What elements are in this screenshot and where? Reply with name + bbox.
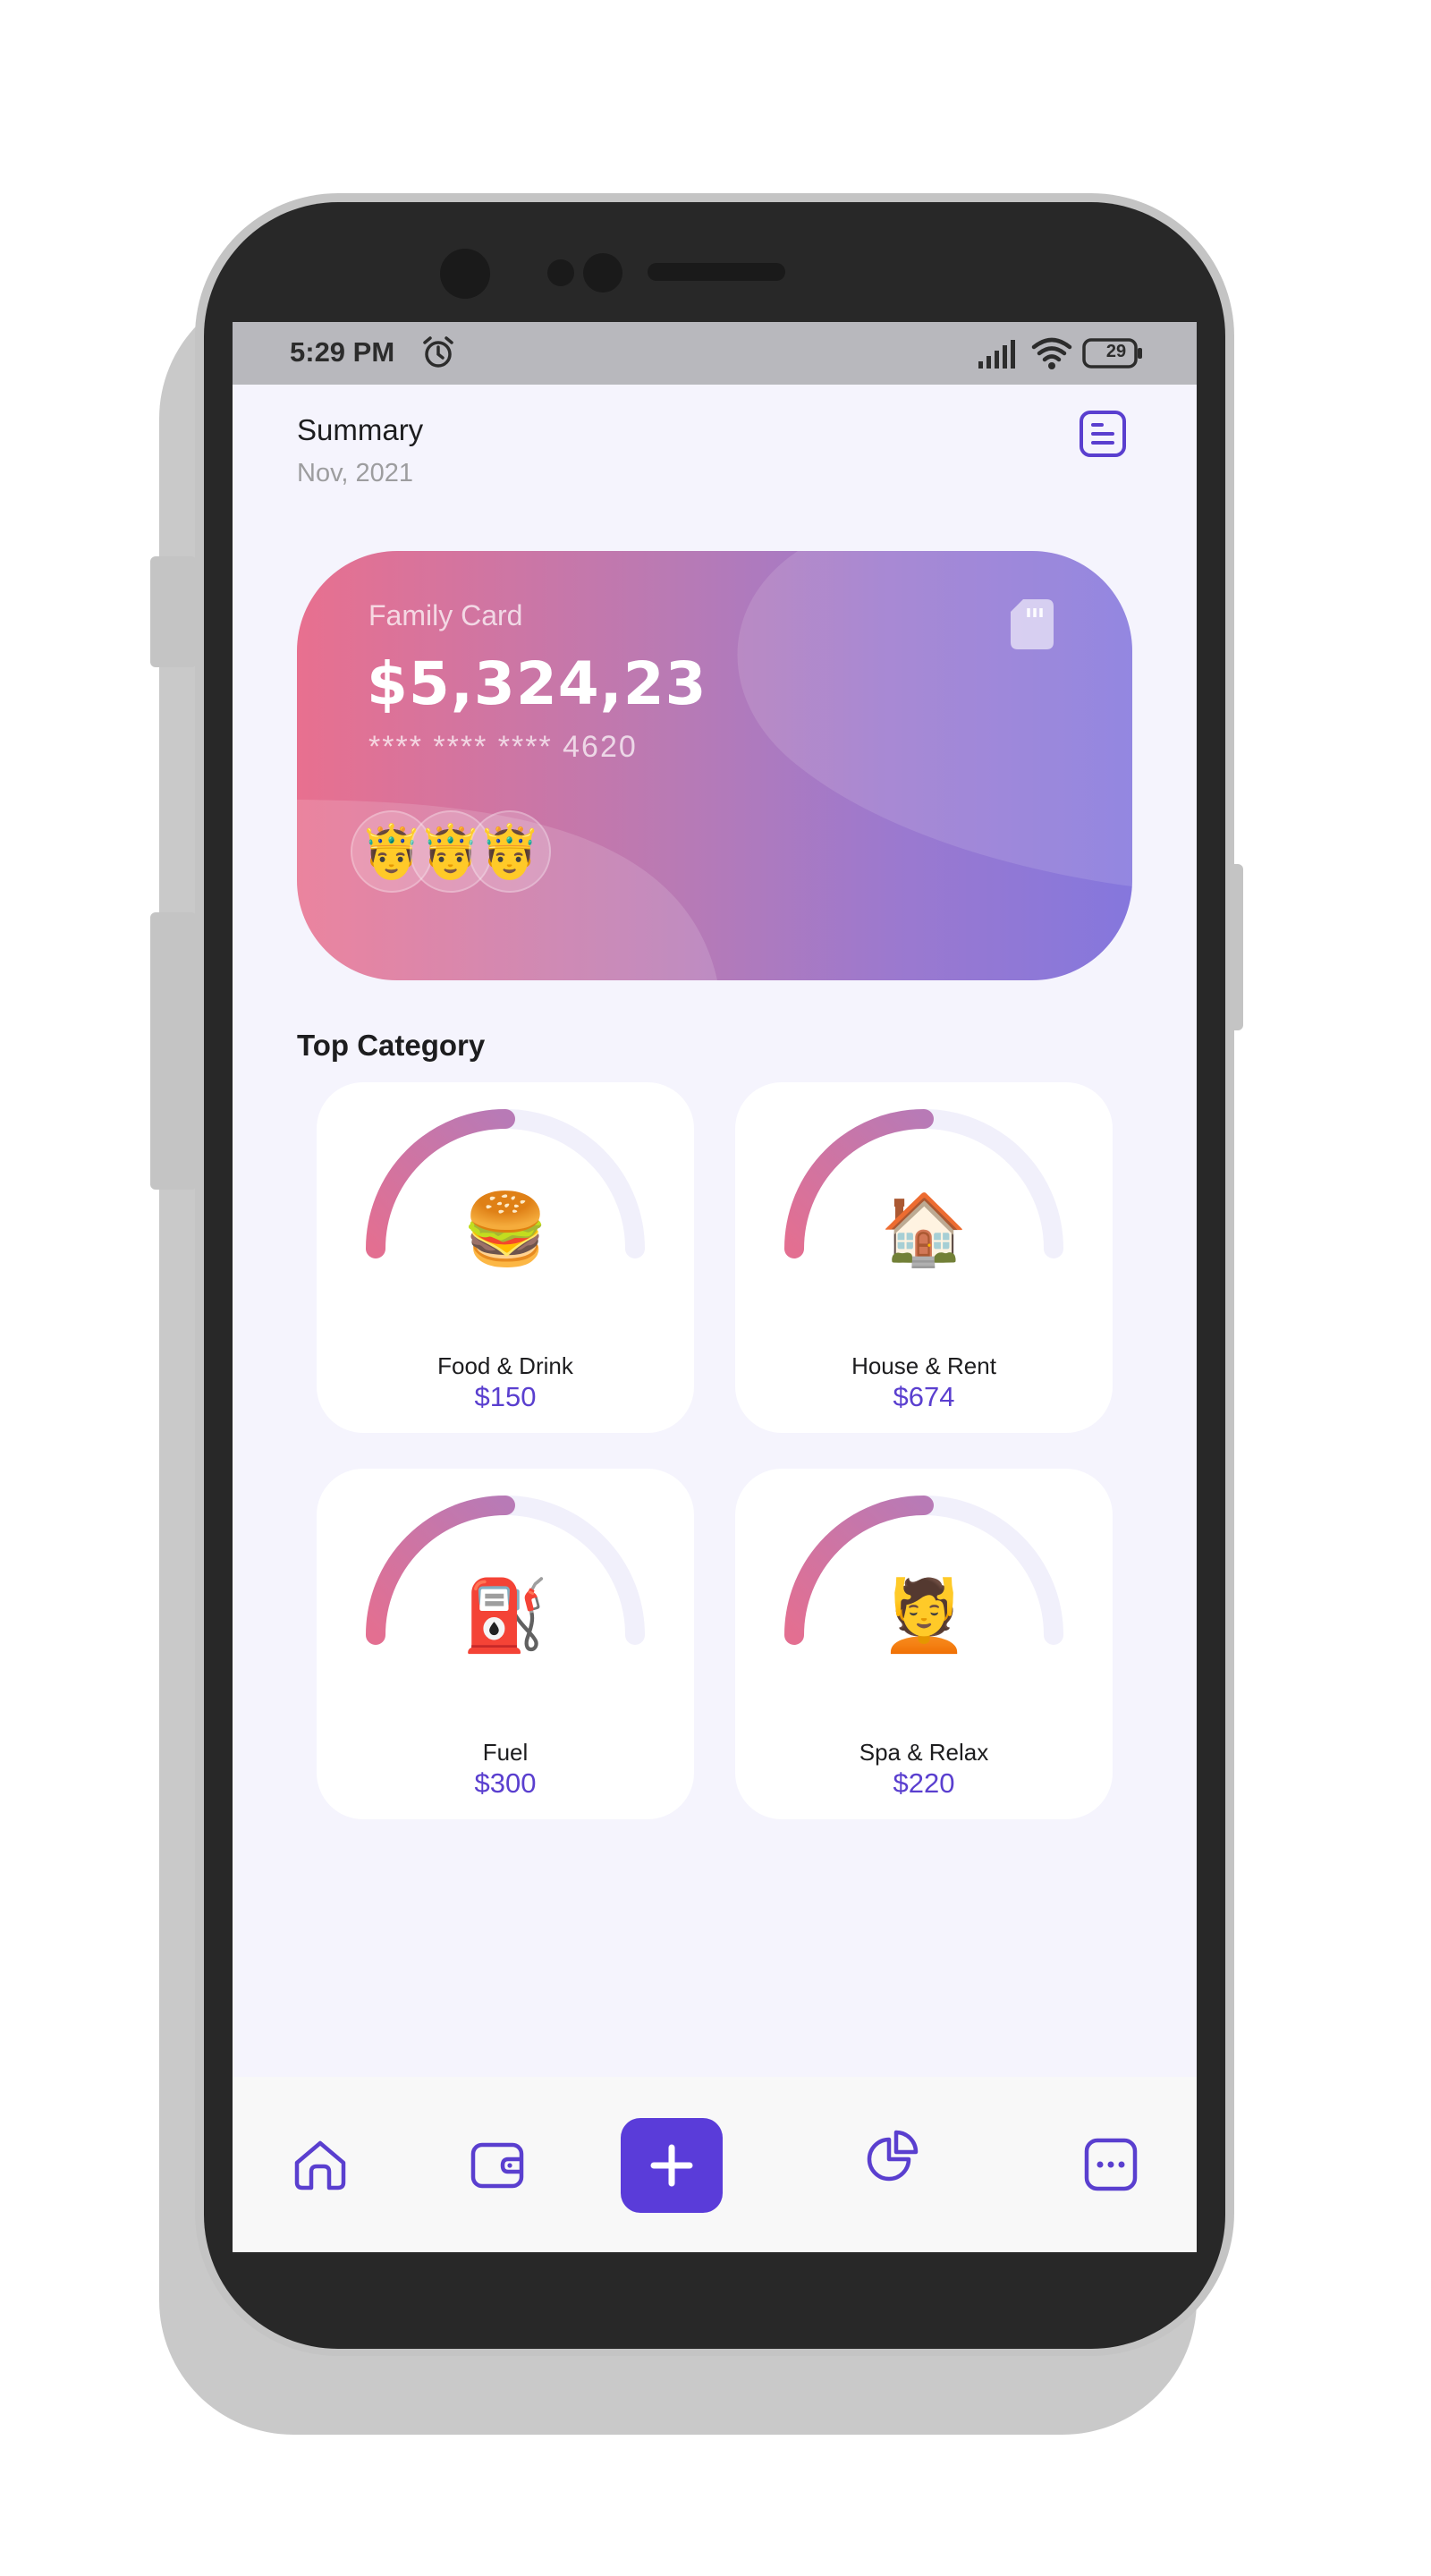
category-amount: $220 — [893, 1767, 955, 1799]
alarm-icon — [423, 336, 453, 368]
document-list-icon[interactable] — [1079, 410, 1127, 458]
battery-level: 29 — [1105, 342, 1127, 361]
status-time: 5:29 PM — [290, 336, 395, 368]
category-amount: $150 — [474, 1381, 537, 1412]
card-number-mask: **** **** **** — [368, 730, 553, 764]
status-bar: 5:29 PM 29 — [233, 322, 1197, 385]
app-screen: 5:29 PM 29 Summary Nov, 2021 Family Card… — [233, 322, 1197, 2252]
category-card-fuel[interactable]: ⛽ Fuel $300 — [317, 1469, 694, 1819]
category-emoji: 💆 — [880, 1576, 968, 1657]
card-number: **** **** **** 4620 — [368, 730, 638, 765]
category-emoji: ⛽ — [461, 1576, 549, 1657]
sensor — [547, 259, 574, 286]
wallet-icon[interactable] — [469, 2136, 526, 2193]
page-title: Summary — [297, 413, 424, 446]
more-icon[interactable] — [1082, 2136, 1139, 2193]
wifi-icon — [1031, 337, 1072, 369]
category-label: Spa & Relax — [859, 1739, 989, 1766]
pie-chart-icon[interactable] — [864, 2127, 921, 2184]
category-emoji: 🍔 — [461, 1190, 549, 1270]
section-title: Top Category — [297, 1029, 486, 1062]
bottom-nav — [233, 2077, 1197, 2252]
category-label: Food & Drink — [437, 1352, 573, 1379]
front-camera — [440, 249, 490, 299]
page-subtitle: Nov, 2021 — [297, 459, 414, 487]
volume-button — [150, 556, 197, 667]
category-card-food[interactable]: 🍔 Food & Drink $150 — [317, 1082, 694, 1433]
earpiece-speaker — [648, 263, 785, 281]
signal-icon — [978, 340, 1015, 369]
home-icon[interactable] — [292, 2136, 349, 2193]
category-emoji: 🏠 — [880, 1190, 968, 1270]
sim-card-icon — [1011, 599, 1054, 649]
category-label: House & Rent — [851, 1352, 996, 1379]
avatar: 🤴 — [469, 810, 551, 893]
category-label: Fuel — [482, 1739, 529, 1766]
card-balance: $5,324,23 — [367, 649, 707, 718]
family-card[interactable]: Family Card $5,324,23 **** **** **** 462… — [297, 551, 1132, 980]
card-number-last4: 4620 — [563, 730, 638, 764]
add-icon — [650, 2144, 693, 2187]
category-amount: $300 — [474, 1767, 537, 1799]
category-card-spa[interactable]: 💆 Spa & Relax $220 — [735, 1469, 1113, 1819]
category-card-house[interactable]: 🏠 House & Rent $674 — [735, 1082, 1113, 1433]
card-label: Family Card — [368, 599, 523, 631]
sensor — [583, 253, 622, 292]
category-amount: $674 — [893, 1381, 955, 1412]
volume-button — [150, 912, 197, 1190]
add-button[interactable] — [621, 2118, 723, 2213]
card-members: 🤴 🤴 🤴 — [351, 810, 565, 893]
